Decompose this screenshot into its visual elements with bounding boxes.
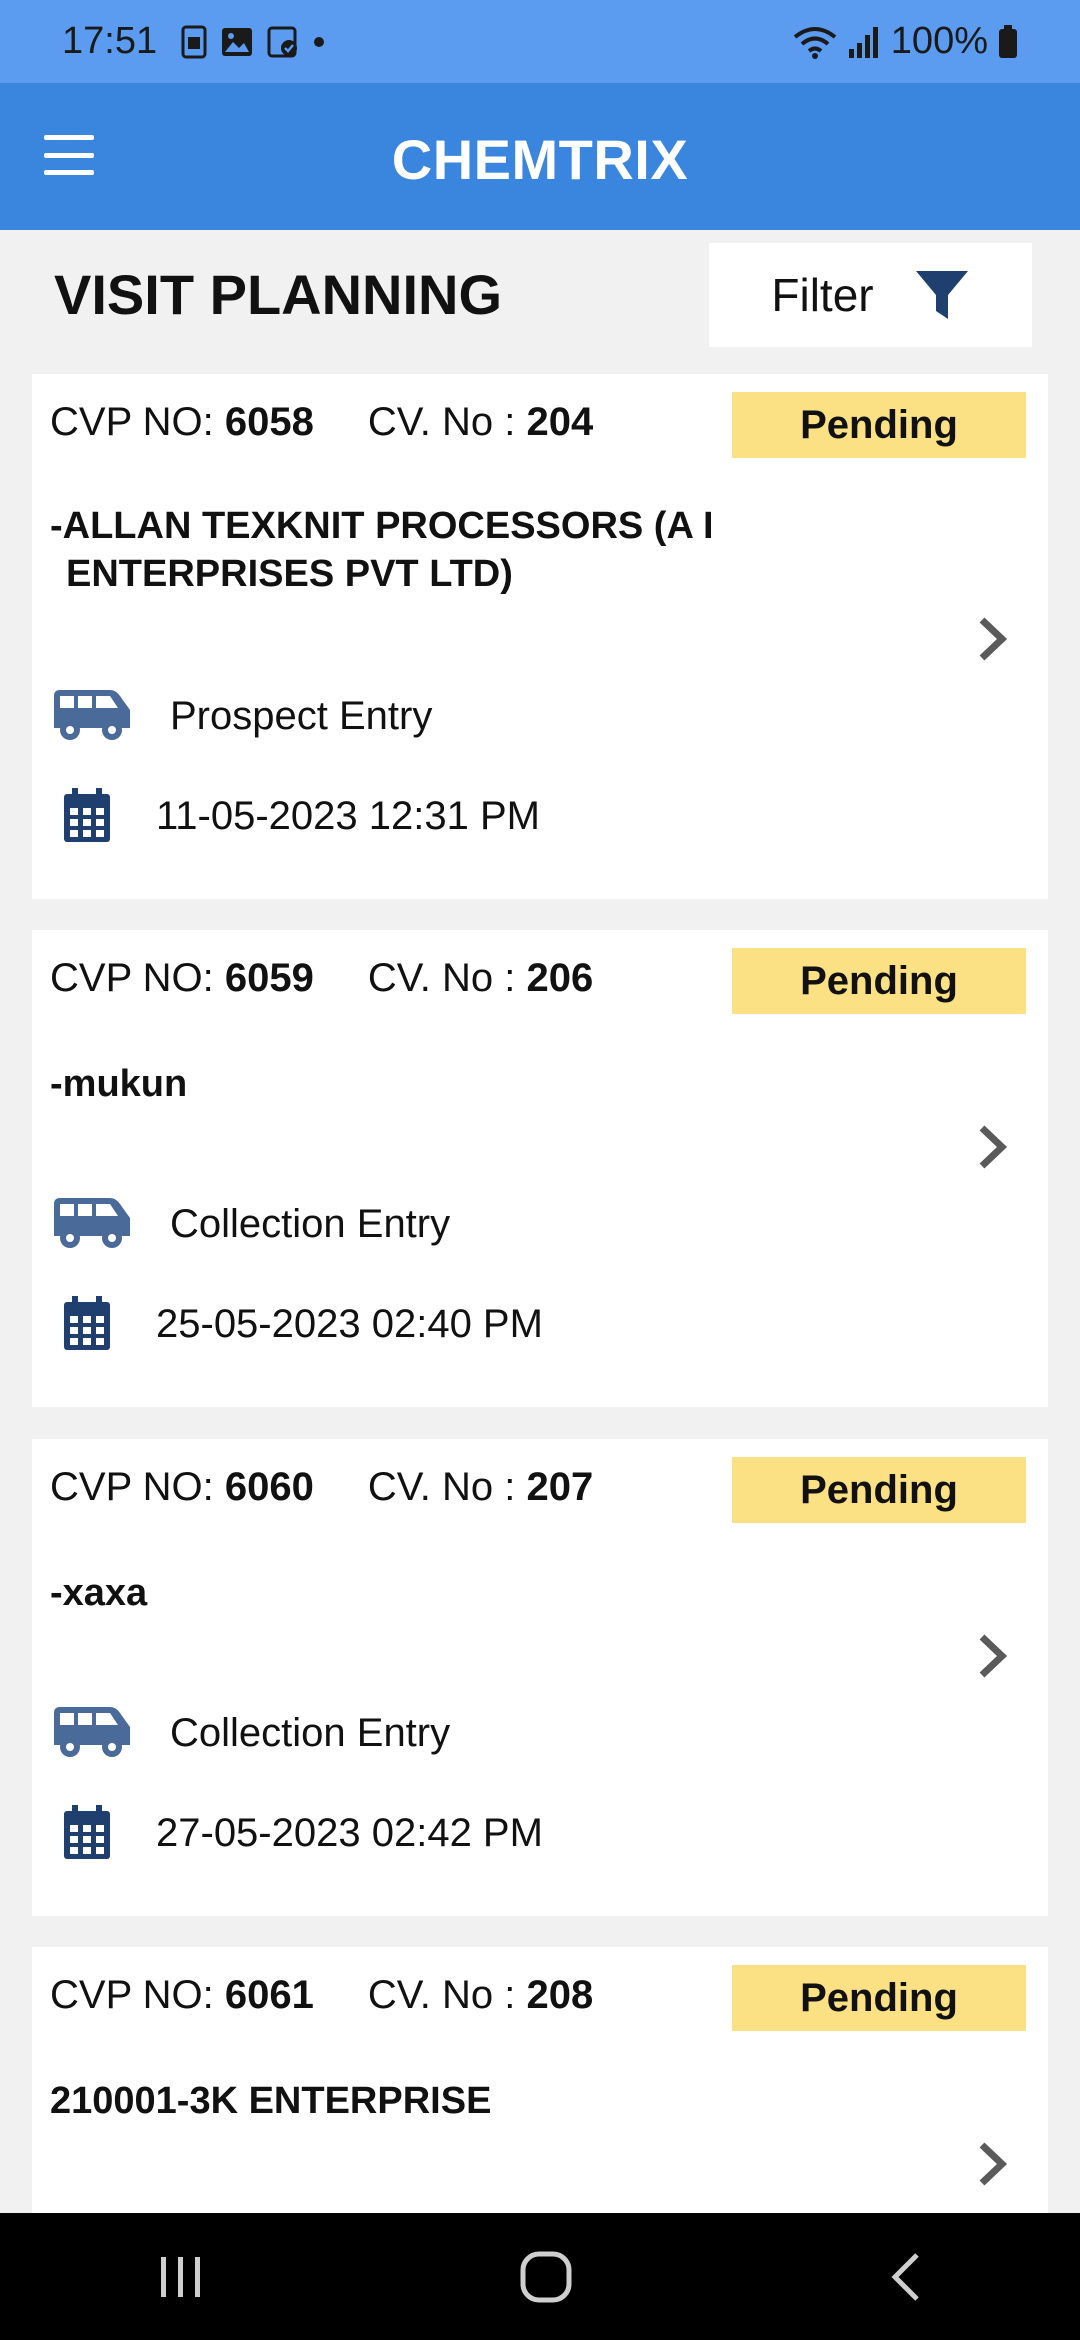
datetime-row: 11-05-2023 12:31 PM [50, 788, 540, 844]
entry-type-row: Prospect Entry [50, 688, 432, 744]
home-icon[interactable] [520, 2251, 572, 2303]
cvp-number: CVP NO: 6058 [50, 400, 314, 444]
entry-type: Prospect Entry [170, 693, 433, 738]
status-badge: Pending [732, 948, 1026, 1014]
battery-icon [999, 24, 1017, 58]
card-header: CVP NO: 6061 CV. No : 208 [50, 1973, 593, 2018]
visit-card[interactable]: CVP NO: 6061 CV. No : 208 Pending 210001… [32, 1947, 1048, 2213]
card-header: CVP NO: 6058 CV. No : 204 [50, 400, 593, 445]
party-name: -ALLAN TEXKNIT PROCESSORS (A I ENTERPRIS… [50, 505, 714, 595]
app-bar: CHEMTRIX [0, 83, 1080, 230]
visit-datetime: 27-05-2023 02:42 PM [156, 1810, 543, 1855]
cvp-number: CVP NO: 6060 [50, 1465, 314, 1509]
status-badge: Pending [732, 1965, 1026, 2031]
image-icon [222, 27, 253, 56]
status-time: 17:51 [62, 20, 158, 62]
chevron-right-icon[interactable] [972, 2139, 1012, 2189]
card-header: CVP NO: 6059 CV. No : 206 [50, 956, 593, 1001]
entry-type-row: Collection Entry [50, 1196, 450, 1252]
van-icon [54, 1707, 130, 1757]
party-name: 210001-3K ENTERPRISE [50, 2080, 492, 2122]
status-badge: Pending [732, 392, 1026, 458]
filter-label: Filter [771, 269, 874, 321]
visit-datetime: 11-05-2023 12:31 PM [156, 793, 540, 838]
filter-icon [915, 271, 968, 319]
visit-card[interactable]: CVP NO: 6058 CV. No : 204 Pending -ALLAN… [32, 374, 1048, 899]
datetime-row: 25-05-2023 02:40 PM [50, 1296, 543, 1352]
status-bar: 17:51 100% [0, 0, 1080, 83]
cv-number: CV. No : 208 [367, 1973, 594, 2017]
dot-icon [314, 36, 325, 47]
entry-type-row: Collection Entry [50, 1705, 450, 1761]
datetime-row: 27-05-2023 02:42 PM [50, 1805, 543, 1861]
card-header: CVP NO: 6060 CV. No : 207 [50, 1465, 593, 1510]
visit-datetime: 25-05-2023 02:40 PM [156, 1301, 543, 1346]
visit-card[interactable]: CVP NO: 6059 CV. No : 206 Pending -mukun… [32, 930, 1048, 1407]
party-name: -mukun [50, 1063, 188, 1105]
task-icon [267, 26, 298, 57]
wifi-icon [793, 26, 837, 59]
van-icon [54, 1198, 130, 1248]
page-title: VISIT PLANNING [54, 263, 503, 326]
cv-number: CV. No : 204 [367, 400, 594, 444]
calendar-icon [64, 1805, 110, 1859]
entry-type: Collection Entry [170, 1710, 451, 1755]
van-icon [54, 690, 130, 740]
entry-type: Collection Entry [170, 1201, 451, 1246]
party-name: -xaxa [50, 1572, 148, 1614]
chevron-right-icon[interactable] [972, 1122, 1012, 1172]
app-title: CHEMTRIX [391, 128, 689, 191]
recent-apps-icon[interactable] [157, 2255, 205, 2299]
cv-number: CV. No : 207 [367, 1465, 594, 1509]
status-badge: Pending [732, 1457, 1026, 1523]
visit-card[interactable]: CVP NO: 6060 CV. No : 207 Pending -xaxa … [32, 1439, 1048, 1916]
filter-button[interactable]: Filter [709, 243, 1032, 347]
cvp-number: CVP NO: 6059 [50, 956, 314, 1000]
calendar-icon [64, 1296, 110, 1350]
battery-percent: 100% [890, 20, 988, 62]
sim-card-icon [181, 25, 207, 58]
calendar-icon [64, 788, 110, 842]
system-nav-bar [0, 2213, 1080, 2340]
back-icon[interactable] [887, 2251, 923, 2303]
chevron-right-icon[interactable] [972, 1631, 1012, 1681]
cv-number: CV. No : 206 [367, 956, 594, 1000]
signal-icon [848, 26, 878, 58]
chevron-right-icon[interactable] [972, 614, 1012, 664]
cvp-number: CVP NO: 6061 [50, 1973, 314, 2017]
